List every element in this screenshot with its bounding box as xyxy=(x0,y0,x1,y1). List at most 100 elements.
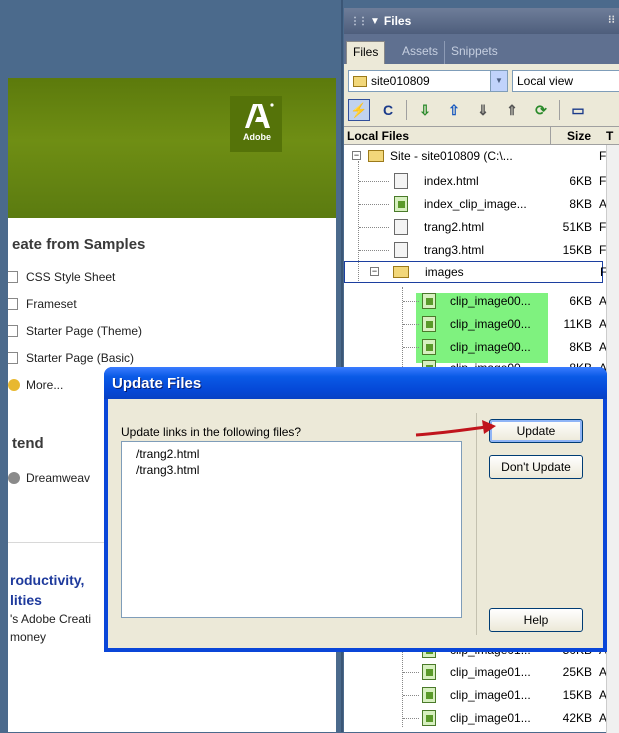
file-size: 15KB xyxy=(562,688,592,702)
dialog-body: Update links in the following files? /tr… xyxy=(108,399,603,648)
put-files-icon[interactable]: ⇧ xyxy=(443,99,465,121)
toolbar-separator xyxy=(406,100,407,120)
get-files-icon[interactable]: ⇩ xyxy=(414,99,436,121)
sample-starter-page-basic[interactable]: Starter Page (Basic) xyxy=(8,348,208,368)
help-button[interactable]: Help xyxy=(489,608,583,632)
file-size: 51KB xyxy=(562,220,592,234)
file-size: 8KB xyxy=(569,340,592,354)
folder-icon xyxy=(393,266,409,278)
view-select[interactable]: Local view xyxy=(512,70,619,92)
view-select-value: Local view xyxy=(517,74,574,88)
tree-line xyxy=(403,718,419,719)
document-icon xyxy=(8,271,18,283)
sample-label: CSS Style Sheet xyxy=(26,270,116,284)
collapse-toggle-icon[interactable]: − xyxy=(352,151,361,160)
list-item[interactable]: trang2.html 51KB F xyxy=(344,216,606,238)
list-item[interactable]: clip_image00... 6KB A xyxy=(344,290,607,312)
tree-line xyxy=(403,672,419,673)
tree-line xyxy=(359,181,389,182)
list-item[interactable]: index_clip_image... 8KB A xyxy=(344,193,607,215)
image-file-icon xyxy=(422,664,436,680)
promo-text: 's Adobe Creati money xyxy=(10,610,91,646)
affected-files-listbox[interactable]: /trang2.html /trang3.html xyxy=(121,441,462,618)
list-item[interactable]: /trang3.html xyxy=(136,462,461,478)
site-select[interactable]: site010809 ▼ xyxy=(348,70,508,92)
tab-files[interactable]: Files xyxy=(346,41,386,64)
promo-title[interactable]: roductivity, lities xyxy=(10,570,84,610)
file-name: clip_image01... xyxy=(450,711,531,725)
collapse-arrow-icon[interactable]: ▼ xyxy=(370,16,380,27)
refresh-icon[interactable]: C xyxy=(377,99,399,121)
dont-update-button[interactable]: Don't Update xyxy=(489,455,583,479)
list-item[interactable]: index.html 6KB F xyxy=(344,170,606,192)
file-name: clip_image00... xyxy=(450,340,531,354)
dialog-titlebar[interactable]: Update Files xyxy=(104,367,607,399)
column-header-type[interactable]: T xyxy=(606,129,613,143)
update-files-dialog: Update Files Update links in the followi… xyxy=(104,367,607,652)
tree-line xyxy=(403,347,419,348)
grip-icon[interactable]: ⋮⋮ xyxy=(350,16,368,27)
list-item[interactable]: clip_image01... 25KB A xyxy=(344,661,607,683)
file-size: 11KB xyxy=(563,317,592,331)
sample-css-style-sheet[interactable]: CSS Style Sheet xyxy=(8,267,208,287)
file-name: clip_image00... xyxy=(450,317,531,331)
site-folder-icon xyxy=(353,75,367,87)
tree-line xyxy=(359,250,389,251)
html-file-icon xyxy=(394,242,408,258)
tab-snippets[interactable]: Snippets xyxy=(444,41,504,64)
promo-title-line: lities xyxy=(10,592,42,608)
sample-label: More... xyxy=(26,378,64,392)
panel-title: Files xyxy=(383,14,412,28)
list-item[interactable]: clip_image00... 11KB A xyxy=(344,313,607,335)
tree-line xyxy=(359,227,389,228)
collapse-toggle-icon[interactable]: − xyxy=(370,267,379,276)
adobe-wordmark: Adobe xyxy=(243,132,271,142)
document-icon xyxy=(8,352,18,364)
list-item[interactable]: /trang2.html xyxy=(136,446,461,462)
list-item[interactable]: clip_image00... 8KB A xyxy=(344,336,607,358)
document-icon xyxy=(8,298,18,310)
check-in-icon[interactable]: ⇑ xyxy=(501,99,523,121)
promo-text-line: money xyxy=(10,630,47,644)
list-item[interactable]: clip_image01... 15KB A xyxy=(344,684,607,706)
promo-title-line: roductivity, xyxy=(10,572,85,588)
file-name: index_clip_image... xyxy=(424,197,527,211)
file-size: 6KB xyxy=(569,174,592,188)
file-name: clip_image00... xyxy=(450,294,531,308)
tree-line xyxy=(403,695,419,696)
list-item-images-folder[interactable]: − images F xyxy=(344,261,607,283)
sample-starter-page-theme[interactable]: Starter Page (Theme) xyxy=(8,321,208,341)
check-out-icon[interactable]: ⇓ xyxy=(472,99,494,121)
list-item[interactable]: − Site - site010809 (C:\... F xyxy=(344,145,606,167)
column-header-local-files[interactable]: Local Files xyxy=(347,129,409,143)
file-size: 8KB xyxy=(569,197,592,211)
chevron-down-icon[interactable]: ▼ xyxy=(490,71,507,91)
expand-icon[interactable]: ▭ xyxy=(567,99,589,121)
dialog-title: Update Files xyxy=(112,375,202,392)
create-from-samples-title: eate from Samples xyxy=(12,236,146,253)
synchronize-icon[interactable]: ⟳ xyxy=(530,99,552,121)
file-size: 25KB xyxy=(562,665,592,679)
list-header: Local Files Size T xyxy=(344,127,619,145)
panel-options-icon[interactable]: ⁝⁝ xyxy=(608,13,615,26)
list-item[interactable]: clip_image01... 42KB A xyxy=(344,707,607,729)
list-item[interactable]: trang3.html 15KB F xyxy=(344,239,606,261)
files-panel-titlebar[interactable]: ⋮⋮ ▼ Files ⁝⁝ xyxy=(344,8,619,34)
panel-tabs: Files Assets Snippets xyxy=(344,34,619,64)
tree-line xyxy=(359,204,389,205)
image-file-icon xyxy=(422,710,436,726)
sample-label: Starter Page (Theme) xyxy=(26,324,143,338)
red-arrow-annotation xyxy=(415,420,496,437)
tree-line xyxy=(403,324,419,325)
file-size: 15KB xyxy=(562,243,592,257)
column-header-size[interactable]: Size xyxy=(550,127,604,145)
file-name: Site - site010809 (C:\... xyxy=(390,149,513,163)
file-name: clip_image01... xyxy=(450,665,531,679)
list-scrollbar[interactable] xyxy=(606,145,619,733)
html-file-icon xyxy=(394,219,408,235)
tab-assets[interactable]: Assets xyxy=(396,41,444,64)
files-toolbar: ⚡ C ⇩ ⇧ ⇓ ⇑ ⟳ ▭ xyxy=(344,96,619,124)
connect-icon[interactable]: ⚡ xyxy=(348,99,370,121)
sample-frameset[interactable]: Frameset xyxy=(8,294,208,314)
update-button[interactable]: Update xyxy=(489,419,583,443)
